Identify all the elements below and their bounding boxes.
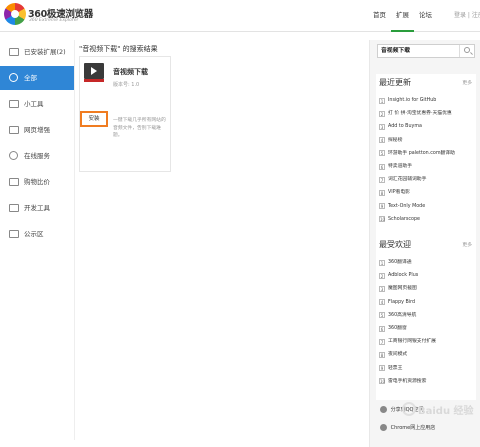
right-panel: 音视频下载 最近更新 更多 1 Insight.io for GitHub 2打 … <box>369 40 480 447</box>
sidebar-item-online-service[interactable]: 在线服务 <box>0 144 74 168</box>
extension-name[interactable]: 音视频下载 <box>113 67 148 77</box>
sidebar-item-shopping[interactable]: 购物比价 <box>0 170 74 194</box>
list-item[interactable]: 1 360翻译通 <box>379 256 475 269</box>
list-item[interactable]: 2打 价 拼·淘宝优惠券·天猫优惠 <box>379 107 475 120</box>
dev-tools-icon <box>9 204 19 212</box>
recent-panel: 最近更新 更多 1 Insight.io for GitHub 2打 价 拼·淘宝… <box>376 74 476 246</box>
chrome-icon <box>380 424 387 431</box>
popular-panel: 最受欢迎 更多 1 360翻译通 2 Adblock Plus 3 魔图网页截图 4F… <box>376 236 476 400</box>
top-header: 360极速浏览器 360 Extreme Explorer 首页 扩展 论坛 登… <box>0 0 480 32</box>
recent-title: 最近更新 <box>379 78 411 87</box>
sidebar-item-installed[interactable]: 已安装扩展(2) <box>0 40 74 64</box>
list-item[interactable]: 3 Add to Buyma <box>379 120 475 133</box>
paw-icon <box>402 402 416 416</box>
list-item[interactable]: 10 Scholarscope <box>379 213 475 226</box>
list-item[interactable]: 7 工商银行网银支付扩展 <box>379 335 475 348</box>
search-box: 音视频下载 <box>377 44 475 58</box>
extension-card[interactable]: 音视频下载 版本号: 1.0 安装 一键下载几乎所有网站的音频文件，告别下载难题… <box>79 56 171 172</box>
sidebar-item-label: 购物比价 <box>24 178 50 186</box>
popular-list: 1 360翻译通 2 Adblock Plus 3 魔图网页截图 4 Flappy Bi… <box>379 256 475 388</box>
recent-more-link[interactable]: 更多 <box>462 79 472 86</box>
search-input[interactable]: 音视频下载 <box>381 45 410 57</box>
list-item[interactable]: 9 轻票王 <box>379 362 475 375</box>
recent-list: 1 Insight.io for GitHub 2打 价 拼·淘宝优惠券·天猫优惠… <box>379 94 475 226</box>
all-icon <box>9 73 18 82</box>
list-item[interactable]: 5 360高清导航 <box>379 309 475 322</box>
list-item[interactable]: 6 360翻窗 <box>379 322 475 335</box>
sidebar-item-label: 已安装扩展(2) <box>24 48 66 56</box>
sidebar-item-all[interactable]: 全部 <box>0 66 74 90</box>
sidebar-item-label: 全部 <box>24 74 37 82</box>
list-item[interactable]: 9 Text-Only Mode <box>379 200 475 213</box>
notice-icon <box>9 230 19 238</box>
video-play-icon[interactable] <box>84 63 104 79</box>
list-item[interactable]: 4 探秘榜 <box>379 134 475 147</box>
search-icon <box>464 47 470 53</box>
installed-icon <box>9 48 19 56</box>
sidebar-item-label: 网页增强 <box>24 126 50 134</box>
nav-forum[interactable]: 论坛 <box>414 10 437 32</box>
list-item[interactable]: 1 Insight.io for GitHub <box>379 94 475 107</box>
shopping-icon <box>9 178 19 186</box>
sidebar-item-web-enhance[interactable]: 网页增强 <box>0 118 74 142</box>
popular-more-link[interactable]: 更多 <box>462 241 472 248</box>
category-sidebar: 已安装扩展(2) 全部 小工具 网页增强 在线服务 购物比价 开发工具 公示区 <box>0 40 74 440</box>
search-button[interactable] <box>459 45 474 57</box>
nav-home[interactable]: 首页 <box>368 10 391 32</box>
brand-subtitle: 360 Extreme Explorer <box>29 18 79 23</box>
extension-description: 一键下载几乎所有网站的音频文件，告别下载难题。 <box>113 118 166 138</box>
popular-title: 最受欢迎 <box>379 240 411 249</box>
sidebar-item-label: 开发工具 <box>24 204 50 212</box>
list-item[interactable]: 8 VIP看电影 <box>379 186 475 199</box>
list-item[interactable]: 10 雷电手机资源搜索 <box>379 375 475 388</box>
online-service-icon <box>9 151 18 160</box>
results-heading: "音视频下载" 的搜索结果 <box>79 45 158 53</box>
list-item[interactable]: 6 特卖道助手 <box>379 160 475 173</box>
sidebar-item-label: 小工具 <box>24 100 44 108</box>
baidu-watermark: Baidu 经验 <box>402 400 474 430</box>
top-nav: 首页 扩展 论坛 <box>368 10 437 32</box>
list-item[interactable]: 7 词汇花园辅词助手 <box>379 173 475 186</box>
login-register-link[interactable]: 登录 | 注册 <box>454 10 480 21</box>
qzone-icon <box>380 406 387 413</box>
list-item[interactable]: 5 环游助手 paletton.com翻译助 <box>379 147 475 160</box>
sidebar-item-label: 公示区 <box>24 230 44 238</box>
browser-logo-icon[interactable] <box>4 3 26 25</box>
install-button[interactable]: 安装 <box>80 111 108 127</box>
extension-version: 版本号: 1.0 <box>113 82 140 88</box>
list-item[interactable]: 8 夜间模式 <box>379 348 475 361</box>
web-enhance-icon <box>9 126 19 134</box>
sidebar-item-dev-tools[interactable]: 开发工具 <box>0 196 74 220</box>
sidebar-item-tools[interactable]: 小工具 <box>0 92 74 116</box>
sidebar-item-notice[interactable]: 公示区 <box>0 222 74 246</box>
list-item[interactable]: 2 Adblock Plus <box>379 269 475 282</box>
search-results: "音视频下载" 的搜索结果 音视频下载 版本号: 1.0 安装 一键下载几乎所有… <box>74 40 369 440</box>
tools-icon <box>9 100 19 108</box>
nav-extensions[interactable]: 扩展 <box>391 10 414 32</box>
sidebar-item-label: 在线服务 <box>24 152 50 160</box>
thumbnail-bar <box>84 79 104 82</box>
list-item[interactable]: 4 Flappy Bird <box>379 296 475 309</box>
list-item[interactable]: 3 魔图网页截图 <box>379 282 475 295</box>
